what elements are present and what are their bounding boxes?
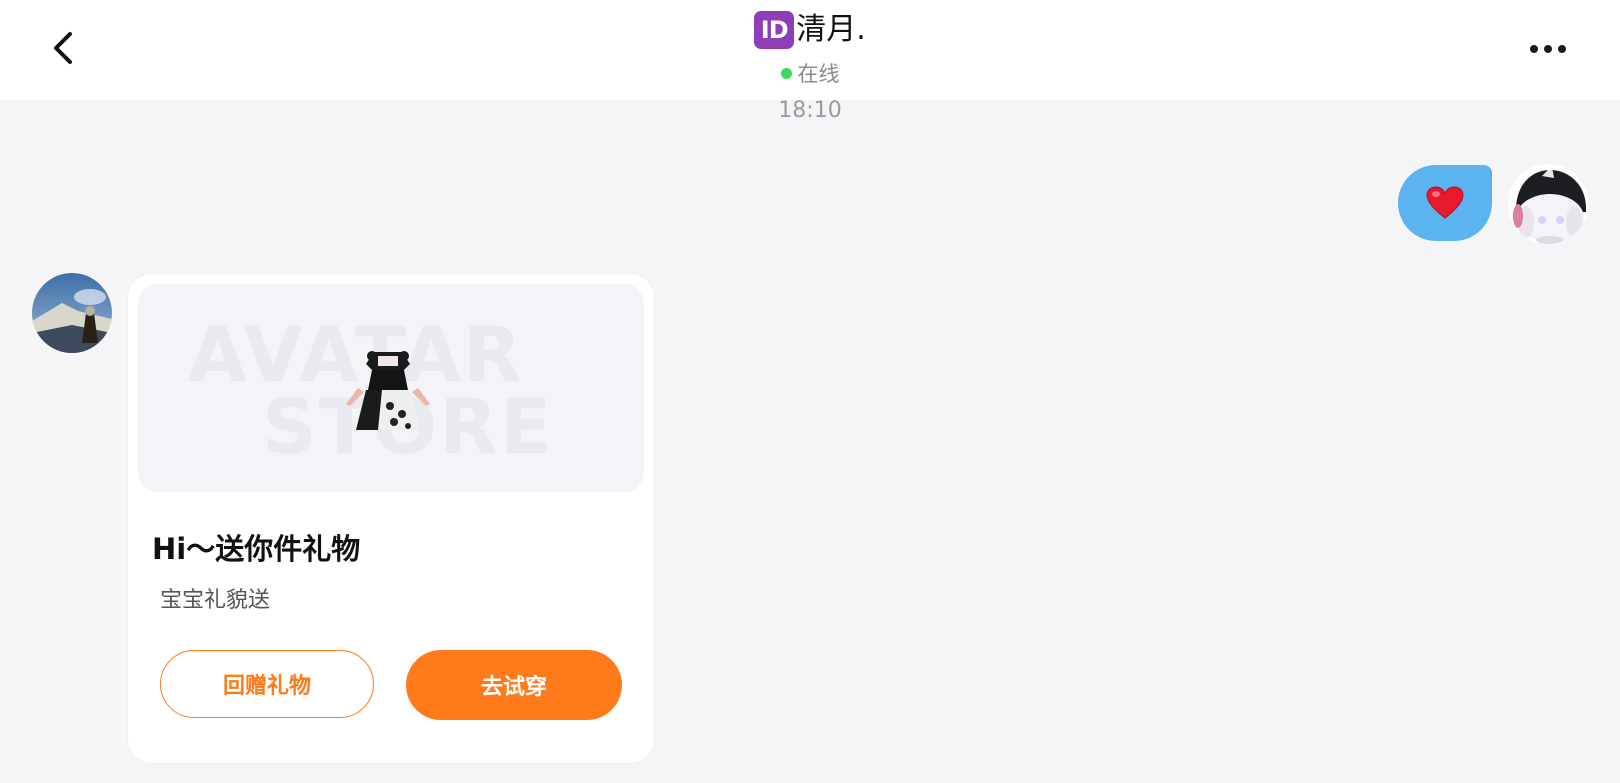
more-options-button[interactable] [1530,42,1574,56]
my-avatar[interactable] [1508,164,1588,244]
more-dot-icon [1530,45,1538,53]
outfit-image [346,351,430,430]
online-status: 在线 [0,58,1620,88]
message-timestamp: 18:10 [778,98,842,123]
contact-title-area: ID 清月. 在线 [0,8,1620,88]
online-dot-icon [780,67,792,79]
outgoing-message-bubble[interactable] [1398,165,1492,241]
status-text: 在线 [797,62,840,86]
contact-avatar[interactable] [32,273,112,353]
more-dot-icon [1544,45,1552,53]
heart-icon [1426,186,1464,219]
gift-title: Hi～送你件礼物 [152,532,361,566]
id-badge-icon: ID [754,11,795,49]
chat-header: ID 清月. 在线 [0,0,1620,100]
gift-banner[interactable]: AVATAR STORE [138,284,644,492]
more-dot-icon [1558,45,1566,53]
gift-card: AVATAR STORE Hi～送你件礼物 宝宝礼貌送 回赠礼物 去试穿 [128,274,654,763]
return-gift-button[interactable]: 回赠礼物 [160,650,374,718]
try-on-button[interactable]: 去试穿 [406,650,622,720]
contact-name[interactable]: 清月. [796,8,866,52]
gift-message: 宝宝礼貌送 [160,588,271,613]
